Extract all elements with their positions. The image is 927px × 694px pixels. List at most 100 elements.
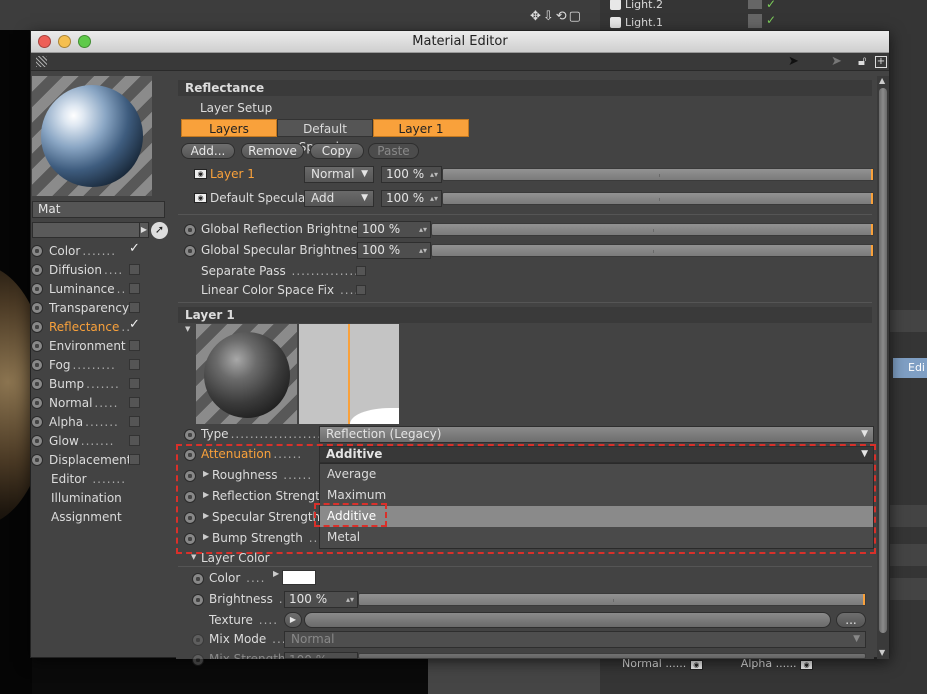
- global-specular-brightness-field[interactable]: 100 % ▴▾: [357, 242, 431, 259]
- default-specular-blend-mode[interactable]: Add ▼: [304, 190, 374, 207]
- channel-illumination[interactable]: Illumination: [51, 489, 122, 508]
- copy-layer-button[interactable]: Copy: [310, 143, 364, 159]
- grip-icon[interactable]: [36, 56, 47, 67]
- channel-fog[interactable]: Fog.........: [31, 355, 143, 374]
- enabled-check-icon[interactable]: ✓: [766, 0, 776, 11]
- global-specular-brightness-slider[interactable]: [431, 244, 874, 257]
- brightness-slider[interactable]: [358, 593, 866, 606]
- channel-checkbox[interactable]: [129, 302, 140, 313]
- channel-diffusion[interactable]: Diffusion....: [31, 260, 143, 279]
- channel-checkbox[interactable]: [129, 359, 140, 370]
- brightness-field[interactable]: 100 % ▴▾: [284, 591, 358, 608]
- picker-icon[interactable]: ➚: [151, 222, 168, 239]
- channel-check-icon[interactable]: ✓: [129, 317, 140, 332]
- default-specular-name[interactable]: Default Specular: [210, 191, 310, 205]
- channel-radio[interactable]: [31, 434, 43, 447]
- close-button[interactable]: [38, 35, 51, 48]
- visibility-box[interactable]: [748, 14, 762, 28]
- channel-radio[interactable]: [31, 453, 43, 466]
- collapse-triangle-icon[interactable]: ▼: [185, 325, 190, 333]
- scroll-down-icon[interactable]: ▼: [879, 648, 885, 657]
- channel-radio[interactable]: [31, 358, 43, 371]
- animate-radio[interactable]: [192, 634, 204, 646]
- animate-radio[interactable]: [192, 594, 204, 606]
- channel-checkbox[interactable]: [129, 378, 140, 389]
- channel-radio[interactable]: [31, 396, 43, 409]
- forward-arrow-icon[interactable]: ➤: [831, 54, 842, 69]
- texture-field[interactable]: [304, 612, 831, 628]
- channel-normal[interactable]: Normal.....: [31, 393, 143, 412]
- separate-pass-checkbox[interactable]: [356, 266, 366, 276]
- spin-arrows-icon[interactable]: ▴▾: [430, 191, 438, 206]
- channel-radio[interactable]: [31, 282, 43, 295]
- remove-layer-button[interactable]: Remove: [241, 143, 304, 159]
- channel-checkbox[interactable]: [129, 283, 140, 294]
- layer-visibility-eye-icon[interactable]: ◉: [194, 169, 207, 179]
- global-reflection-brightness-field[interactable]: 100 % ▴▾: [357, 221, 431, 238]
- new-window-icon[interactable]: +: [875, 56, 887, 68]
- animate-radio[interactable]: [184, 224, 196, 236]
- paste-layer-button[interactable]: Paste: [368, 143, 419, 159]
- tab-default-specular[interactable]: Default Specular: [277, 119, 373, 154]
- search-arrow-icon[interactable]: ▶: [139, 222, 149, 238]
- layer-1-amount-slider[interactable]: [442, 168, 874, 181]
- channel-alpha[interactable]: Alpha.......: [31, 412, 143, 431]
- channel-checkbox[interactable]: [129, 264, 140, 275]
- edit-tab[interactable]: Edi: [893, 358, 927, 378]
- channel-environment[interactable]: Environment: [31, 336, 143, 355]
- animate-radio[interactable]: [184, 245, 196, 257]
- channel-radio[interactable]: [31, 301, 43, 314]
- channel-checkbox[interactable]: [129, 435, 140, 446]
- channel-checkbox[interactable]: [129, 454, 140, 465]
- global-reflection-brightness-slider[interactable]: [431, 223, 874, 236]
- eye-icon[interactable]: ◉: [689, 660, 703, 670]
- channel-checkbox[interactable]: [129, 416, 140, 427]
- minimize-button[interactable]: [58, 35, 71, 48]
- layer-color-swatch[interactable]: [282, 570, 316, 585]
- texture-browse-button[interactable]: ...: [836, 612, 866, 628]
- add-layer-button[interactable]: Add...: [181, 143, 235, 159]
- channel-radio[interactable]: [31, 320, 43, 333]
- channel-check-icon[interactable]: ✓: [129, 241, 140, 256]
- material-preview[interactable]: [32, 76, 152, 196]
- scroll-up-icon[interactable]: ▲: [879, 76, 885, 85]
- channel-luminance[interactable]: Luminance..: [31, 279, 143, 298]
- lock-icon[interactable]: 🔓︎: [858, 54, 866, 69]
- zoom-button[interactable]: [78, 35, 91, 48]
- channel-reflectance[interactable]: Reflectance.. ✓: [31, 317, 143, 336]
- layer-1-name[interactable]: Layer 1: [210, 167, 255, 181]
- channel-glow[interactable]: Glow.......: [31, 431, 143, 450]
- channel-assignment[interactable]: Assignment: [51, 508, 122, 527]
- animate-radio[interactable]: [192, 573, 204, 585]
- attributes-scrollbar[interactable]: ▲ ▼: [877, 76, 889, 659]
- channel-checkbox[interactable]: [129, 340, 140, 351]
- eye-icon[interactable]: ◉: [800, 660, 814, 670]
- channel-search-field[interactable]: [32, 222, 140, 238]
- spin-arrows-icon[interactable]: ▴▾: [419, 243, 427, 258]
- tab-layers[interactable]: Layers: [181, 119, 277, 137]
- channel-editor[interactable]: Editor .......: [51, 470, 126, 489]
- default-specular-amount-field[interactable]: 100 % ▴▾: [381, 190, 442, 207]
- tab-layer-1[interactable]: Layer 1: [373, 119, 469, 137]
- layer-1-amount-field[interactable]: 100 % ▴▾: [381, 166, 442, 183]
- enabled-check-icon[interactable]: ✓: [766, 13, 776, 27]
- default-specular-amount-slider[interactable]: [442, 192, 874, 205]
- collapse-triangle-icon[interactable]: ▼: [191, 553, 196, 561]
- mix-strength-slider[interactable]: [358, 653, 866, 659]
- title-bar[interactable]: Material Editor: [31, 31, 889, 53]
- channel-displacement[interactable]: Displacement: [31, 450, 143, 469]
- channel-transparency[interactable]: Transparency: [31, 298, 143, 317]
- animate-radio[interactable]: [184, 429, 196, 441]
- channel-radio[interactable]: [31, 377, 43, 390]
- animate-radio[interactable]: [192, 654, 204, 666]
- material-name-field[interactable]: Mat: [32, 201, 165, 218]
- channel-radio[interactable]: [31, 415, 43, 428]
- back-arrow-icon[interactable]: ➤: [788, 54, 799, 69]
- type-dropdown[interactable]: Reflection (Legacy) ▼: [319, 426, 874, 443]
- visibility-box[interactable]: [748, 0, 762, 9]
- layer-1-blend-mode[interactable]: Normal ▼: [304, 166, 374, 183]
- linear-color-space-fix-checkbox[interactable]: [356, 285, 366, 295]
- channel-bump[interactable]: Bump.......: [31, 374, 143, 393]
- mix-strength-field[interactable]: 100 %: [284, 652, 358, 659]
- viewport-nav-icons[interactable]: ✥⇩⟲▢: [530, 9, 583, 24]
